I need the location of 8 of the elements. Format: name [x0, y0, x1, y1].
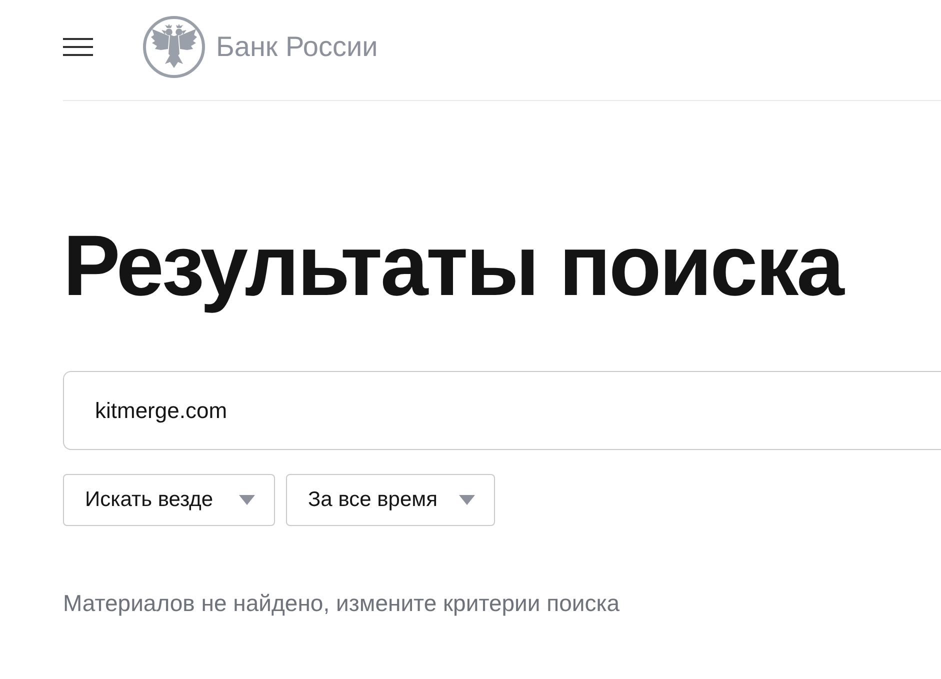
- search-field[interactable]: kitmerge.com: [63, 371, 941, 450]
- menu-icon[interactable]: [63, 38, 93, 56]
- filter-dropdown[interactable]: За все время: [286, 474, 495, 526]
- caret-icon: [239, 495, 255, 505]
- eagle-emblem-icon: [143, 16, 205, 78]
- caret-icon: [459, 495, 475, 505]
- filter-dropdown[interactable]: Искать везде: [63, 474, 275, 526]
- no-results-message: Материалов не найдено, измените критерии поиска: [63, 589, 620, 618]
